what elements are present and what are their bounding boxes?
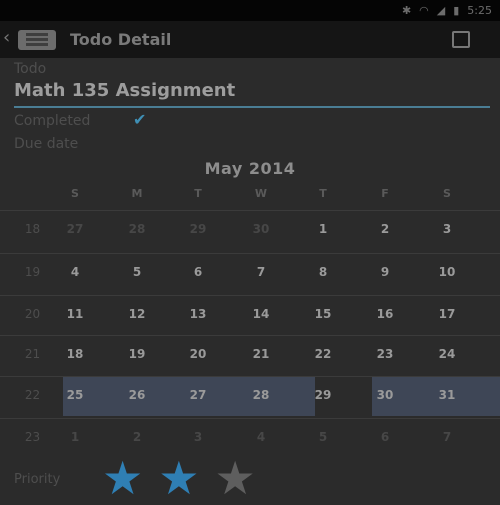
week-number: 22 [24, 388, 41, 402]
calendar-month: May 2014 [204, 159, 296, 178]
week-number: 21 [24, 347, 41, 361]
calendar-day[interactable]: 15 [303, 307, 343, 321]
calendar-day[interactable]: 30 [365, 388, 405, 402]
calendar-day[interactable]: 9 [365, 265, 405, 279]
status-bar: ✱ ◠ ◢ ▮ 5:25 [0, 0, 500, 21]
completed-checkbox[interactable]: ✔ [133, 112, 155, 128]
weekday-header: F [381, 187, 389, 200]
calendar-week-row: 20 11 12 13 14 15 16 17 [0, 295, 500, 336]
calendar-day[interactable]: 8 [303, 265, 343, 279]
calendar-day[interactable]: 3 [427, 222, 467, 236]
calendar-day[interactable]: 5 [117, 265, 157, 279]
calendar-day[interactable]: 18 [55, 347, 95, 361]
action-bar: ‹ Todo Detail [0, 21, 500, 58]
calendar-day[interactable]: 17 [427, 307, 467, 321]
calendar-day[interactable]: 5 [303, 430, 343, 444]
calendar-day[interactable]: 1 [55, 430, 95, 444]
status-icons: ✱ ◠ ◢ ▮ 5:25 [402, 0, 500, 21]
task-label: Todo [14, 61, 47, 77]
calendar-day[interactable]: 28 [117, 222, 157, 236]
calendar-day[interactable]: 26 [117, 388, 157, 402]
weekday-header: W [254, 187, 268, 200]
calendar-day[interactable]: 19 [117, 347, 157, 361]
week-number: 23 [24, 430, 41, 444]
calendar-day[interactable]: 4 [55, 265, 95, 279]
calendar-day[interactable]: 21 [241, 347, 281, 361]
calendar-day[interactable]: 2 [117, 430, 157, 444]
calendar-day[interactable]: 31 [427, 388, 467, 402]
calendar-day[interactable]: 13 [178, 307, 218, 321]
calendar-day[interactable]: 27 [55, 222, 95, 236]
calendar-week-row: 19 4 5 6 7 8 9 10 [0, 253, 500, 294]
app-icon[interactable] [18, 30, 56, 50]
calendar-day[interactable]: 25 [55, 388, 95, 402]
weekday-header: T [319, 187, 327, 200]
status-time: 5:25 [467, 4, 492, 17]
week-number: 20 [24, 307, 41, 321]
calendar-day[interactable]: 23 [365, 347, 405, 361]
weekday-header: S [443, 187, 451, 200]
back-icon[interactable]: ‹ [3, 27, 10, 48]
weekday-header: S [71, 187, 79, 200]
menu-icon[interactable] [452, 31, 470, 48]
calendar-day[interactable]: 27 [178, 388, 218, 402]
bluetooth-icon: ✱ [401, 4, 412, 17]
page-title: Todo Detail [70, 30, 172, 49]
calendar-week-row: 21 18 19 20 21 22 23 24 [0, 335, 500, 376]
signal-icon: ◢ [436, 4, 446, 17]
calendar-day[interactable]: 22 [303, 347, 343, 361]
week-number: 19 [24, 265, 41, 279]
star-icon[interactable]: ★ [215, 455, 256, 501]
weekday-header: M [131, 187, 143, 200]
completed-label: Completed [14, 113, 91, 129]
due-date-label: Due date [14, 136, 79, 152]
calendar-day[interactable]: 11 [55, 307, 95, 321]
calendar-day[interactable]: 20 [178, 347, 218, 361]
calendar-week-row: 18 27 28 29 30 1 2 3 [0, 210, 500, 251]
wifi-icon: ◠ [419, 4, 429, 17]
calendar-day[interactable]: 7 [241, 265, 281, 279]
calendar-day[interactable]: 7 [427, 430, 467, 444]
calendar-day[interactable]: 29 [303, 388, 343, 402]
calendar-day[interactable]: 1 [303, 222, 343, 236]
calendar-day[interactable]: 10 [427, 265, 467, 279]
priority-stars[interactable]: ★ ★ ★ [102, 455, 256, 501]
calendar-day[interactable]: 6 [365, 430, 405, 444]
battery-icon: ▮ [453, 4, 460, 17]
calendar-day[interactable]: 24 [427, 347, 467, 361]
calendar-day[interactable]: 29 [178, 222, 218, 236]
calendar-day[interactable]: 16 [365, 307, 405, 321]
calendar-day[interactable]: 2 [365, 222, 405, 236]
calendar-day[interactable]: 4 [241, 430, 281, 444]
week-number: 18 [24, 222, 41, 236]
calendar-day[interactable]: 12 [117, 307, 157, 321]
calendar-day[interactable]: 28 [241, 388, 281, 402]
calendar-day[interactable]: 30 [241, 222, 281, 236]
calendar-day[interactable]: 3 [178, 430, 218, 444]
task-input[interactable]: Math 135 Assignment [14, 80, 490, 108]
calendar-day[interactable]: 14 [241, 307, 281, 321]
star-icon[interactable]: ★ [158, 455, 199, 501]
calendar-week-row: 22 25 26 27 28 29 30 31 [0, 376, 500, 417]
calendar-day[interactable]: 6 [178, 265, 218, 279]
weekday-header: T [194, 187, 202, 200]
star-icon[interactable]: ★ [102, 455, 143, 501]
priority-label: Priority [14, 472, 61, 487]
